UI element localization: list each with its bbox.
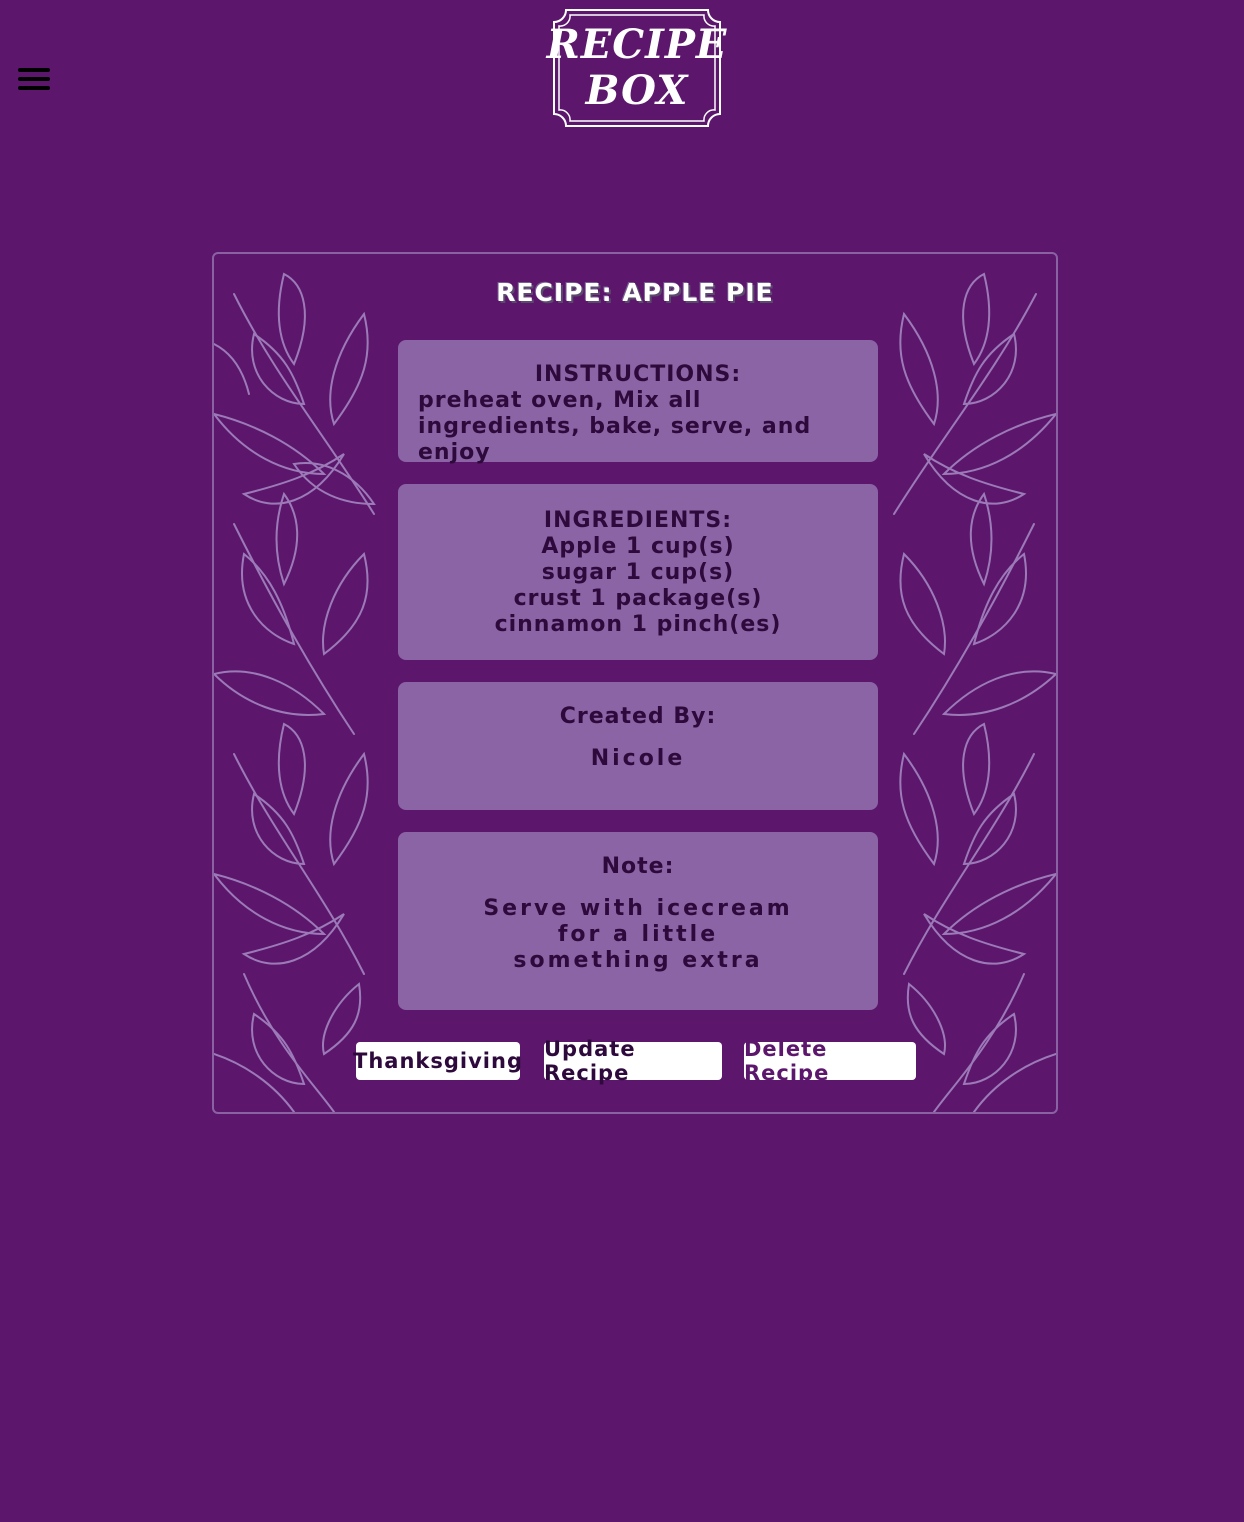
author-name: Nicole: [590, 746, 686, 771]
instructions-label: INSTRUCTIONS:: [534, 362, 742, 387]
instructions-text: preheat oven, Mix all ingredients, bake,…: [418, 388, 812, 465]
note-panel: Note: Serve with icecream for a little s…: [398, 832, 878, 1010]
update-recipe-button[interactable]: Update Recipe: [544, 1037, 722, 1085]
recipe-box-logo[interactable]: RECIPE BOX: [547, 8, 726, 128]
instructions-panel: INSTRUCTIONS: preheat oven, Mix all ingr…: [398, 340, 878, 465]
recipe-card: RECIPE: APPLE PIE INSTRUCTIONS: preheat …: [212, 252, 1058, 1114]
ingredients-label: INGREDIENTS:: [543, 508, 733, 533]
logo-line-1: RECIPE: [546, 21, 728, 68]
tag-button[interactable]: Thanksgiving: [353, 1042, 522, 1080]
ingredients-panel: INGREDIENTS: Apple 1 cup(s) sugar 1 cup(…: [398, 484, 878, 660]
delete-recipe-button[interactable]: Delete Recipe: [744, 1037, 916, 1085]
ingredient-item: cinnamon 1 pinch(es): [494, 612, 782, 637]
ingredient-item: crust 1 package(s): [513, 586, 763, 611]
created-by-label: Created By:: [559, 704, 717, 729]
created-by-panel: Created By: Nicole: [398, 682, 878, 810]
logo-line-2: BOX: [585, 67, 689, 114]
recipe-title: RECIPE: APPLE PIE: [496, 278, 774, 307]
ingredient-item: Apple 1 cup(s): [541, 534, 735, 559]
note-label: Note:: [601, 854, 675, 879]
ingredient-item: sugar 1 cup(s): [541, 560, 735, 585]
note-text: Serve with icecream for a little somethi…: [483, 896, 793, 973]
hamburger-menu-icon[interactable]: [18, 68, 50, 92]
